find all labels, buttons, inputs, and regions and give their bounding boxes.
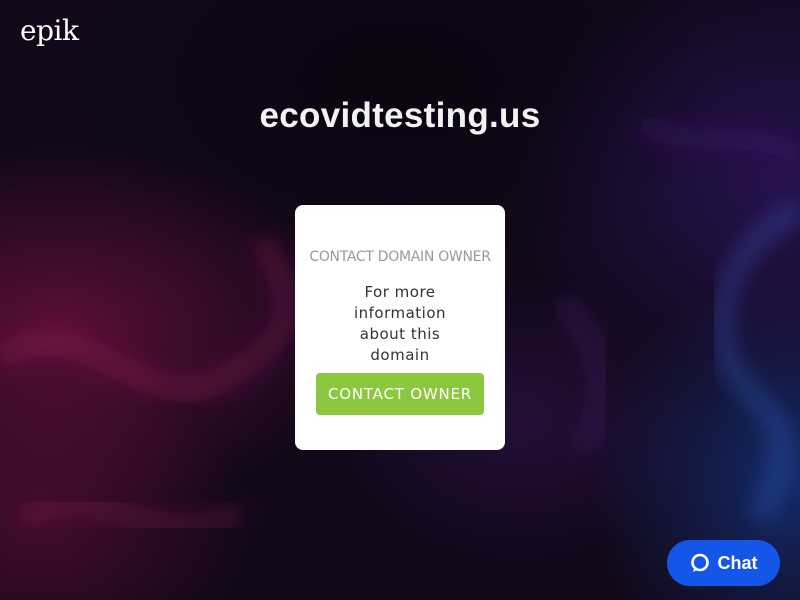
contact-owner-button[interactable]: CONTACT OWNER [316, 373, 484, 415]
card-description: For more information about this domain [353, 283, 447, 364]
card-heading: CONTACT DOMAIN OWNER [309, 249, 491, 265]
chat-label: Chat [717, 552, 758, 573]
chat-bubble-icon [690, 553, 710, 573]
contact-card: CONTACT DOMAIN OWNER For more informatio… [295, 205, 505, 450]
chat-button[interactable]: Chat [667, 540, 780, 586]
epik-logo[interactable]: epik [20, 14, 79, 47]
domain-title: ecovidtesting.us [259, 96, 541, 135]
